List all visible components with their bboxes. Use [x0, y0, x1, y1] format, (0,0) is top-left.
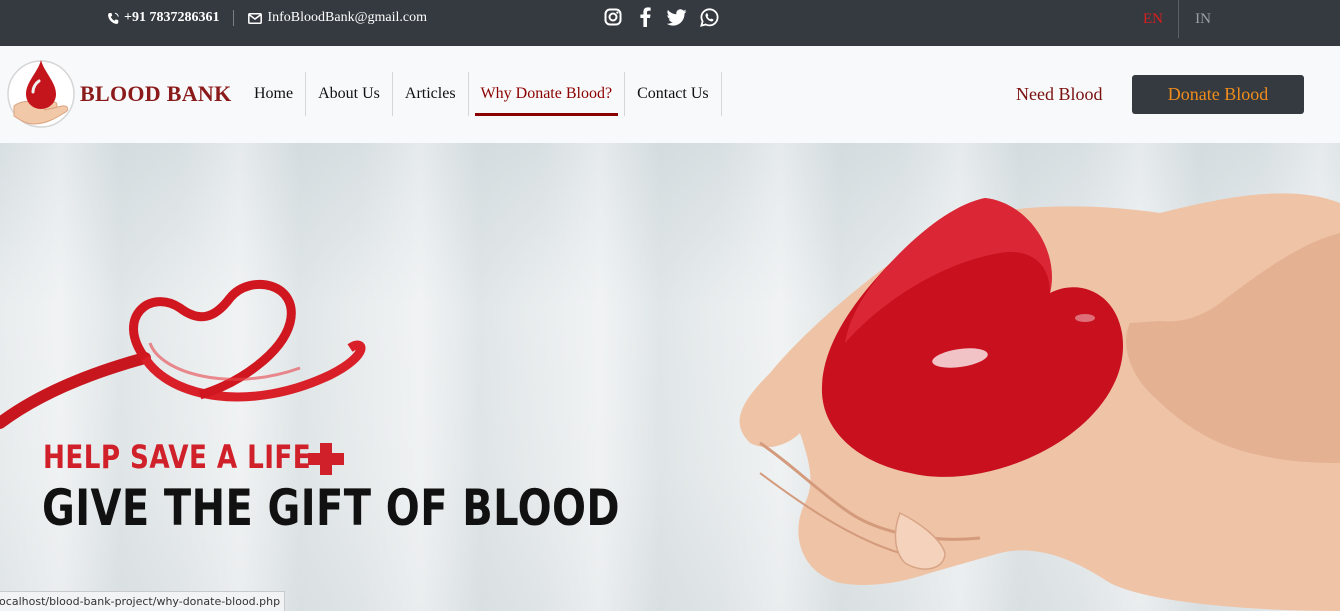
- brand-name[interactable]: BLOOD BANK: [80, 81, 232, 107]
- main-navbar: BLOOD BANK Home About Us Articles Why Do…: [0, 46, 1340, 143]
- lang-en-link[interactable]: EN: [1128, 11, 1178, 28]
- hero-banner: HELP SAVE A LIFE GIVE THE GIFT OF BLOOD: [0, 143, 1340, 611]
- twitter-icon[interactable]: [666, 6, 688, 28]
- phone-icon: [107, 12, 119, 25]
- nav-item-home[interactable]: Home: [242, 72, 307, 116]
- status-url-text: localhost/blood-bank-project/why-donate-…: [0, 595, 281, 608]
- social-links: [602, 6, 720, 28]
- nav-item-why-donate-blood[interactable]: Why Donate Blood?: [469, 72, 626, 116]
- email-address: InfoBloodBank@gmail.com: [267, 10, 427, 25]
- hero-artwork: [0, 193, 1340, 611]
- browser-status-url: localhost/blood-bank-project/why-donate-…: [0, 591, 286, 611]
- contact-info: +91 7837286361 InfoBloodBank@gmail.com: [107, 10, 427, 26]
- donate-blood-button[interactable]: Donate Blood: [1132, 75, 1304, 114]
- medical-cross-icon: [308, 443, 344, 475]
- phone-contact[interactable]: +91 7837286361: [107, 10, 219, 26]
- email-contact[interactable]: InfoBloodBank@gmail.com: [248, 10, 427, 26]
- hero-headline-secondary: GIVE THE GIFT OF BLOOD: [42, 479, 620, 537]
- nav-item-contact-us[interactable]: Contact Us: [625, 72, 722, 116]
- envelope-icon: [248, 12, 263, 24]
- lang-in-link[interactable]: IN: [1179, 11, 1227, 28]
- divider: [233, 10, 235, 26]
- instagram-icon[interactable]: [602, 6, 624, 28]
- language-switcher: EN IN: [1128, 0, 1227, 38]
- need-blood-link[interactable]: Need Blood: [1016, 84, 1102, 105]
- blood-bank-logo[interactable]: [6, 54, 76, 134]
- nav-menu: Home About Us Articles Why Donate Blood?…: [242, 72, 722, 116]
- top-bar: +91 7837286361 InfoBloodBank@gmail.com E…: [0, 0, 1340, 46]
- nav-item-about-us[interactable]: About Us: [306, 72, 393, 116]
- phone-number: +91 7837286361: [124, 10, 220, 25]
- whatsapp-icon[interactable]: [698, 6, 720, 28]
- facebook-icon[interactable]: [634, 6, 656, 28]
- ribbon-heart-illustration: [0, 279, 366, 429]
- nav-item-articles[interactable]: Articles: [393, 72, 469, 116]
- hero-headline-primary: HELP SAVE A LIFE: [43, 438, 312, 476]
